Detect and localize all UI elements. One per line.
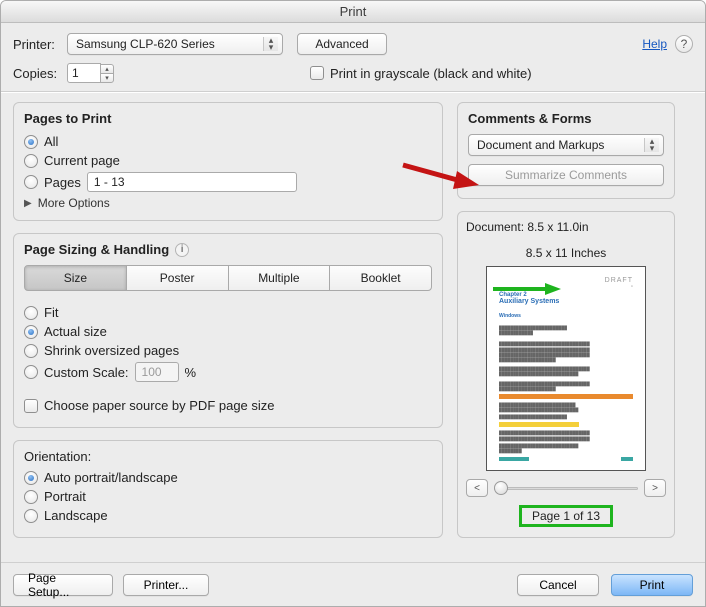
orientation-landscape-option[interactable]: Landscape — [24, 508, 432, 523]
pages-title: Pages to Print — [24, 111, 432, 126]
seg-booklet[interactable]: Booklet — [329, 265, 432, 291]
annotation-green-arrow-icon — [491, 281, 561, 297]
page-indicator: Page 1 of 13 — [519, 505, 613, 527]
comments-group: Comments & Forms Document and Markups ▴▾… — [457, 102, 675, 199]
printer-value: Samsung CLP-620 Series — [76, 37, 215, 51]
pages-to-print-group: Pages to Print All Current page Pages — [13, 102, 443, 221]
page-size-label: 8.5 x 11 Inches — [466, 246, 666, 260]
info-icon[interactable]: i — [175, 243, 189, 257]
radio-icon — [24, 325, 38, 339]
printer-select[interactable]: Samsung CLP-620 Series ▴▾ — [67, 33, 283, 55]
seg-multiple[interactable]: Multiple — [228, 265, 331, 291]
radio-icon — [24, 509, 38, 523]
pages-range-input[interactable]: 1 - 13 — [87, 172, 297, 192]
disclosure-triangle-icon: ▶ — [24, 198, 32, 209]
preview-subheading: Windows — [499, 313, 633, 319]
custom-scale-option[interactable]: Custom Scale: 100 % — [24, 362, 432, 382]
radio-icon — [24, 306, 38, 320]
copies-stepper[interactable]: ▴ ▾ — [100, 64, 114, 83]
printer-label: Printer: — [13, 37, 67, 52]
advanced-button[interactable]: Advanced — [297, 33, 387, 55]
radio-icon — [24, 471, 38, 485]
orientation-auto-option[interactable]: Auto portrait/landscape — [24, 470, 432, 485]
preview-prev-button[interactable]: < — [466, 479, 488, 497]
orientation-group: Orientation: Auto portrait/landscape Por… — [13, 440, 443, 538]
more-options-disclosure[interactable]: ▶ More Options — [24, 196, 432, 210]
fit-option[interactable]: Fit — [24, 305, 432, 320]
copies-input[interactable]: 1 — [67, 63, 101, 83]
radio-icon — [24, 154, 38, 168]
copies-label: Copies: — [13, 66, 67, 81]
summarize-comments-button[interactable]: Summarize Comments — [468, 164, 664, 186]
printer-button[interactable]: Printer... — [123, 574, 209, 596]
grayscale-checkbox[interactable] — [310, 66, 324, 80]
percent-label: % — [185, 365, 197, 380]
cancel-button[interactable]: Cancel — [517, 574, 599, 596]
checkbox-icon — [24, 399, 38, 413]
document-size-label: Document: 8.5 x 11.0in — [466, 220, 666, 234]
scale-input[interactable]: 100 — [135, 362, 179, 382]
comments-select[interactable]: Document and Markups ▴▾ — [468, 134, 664, 156]
print-button[interactable]: Print — [611, 574, 693, 596]
dialog-footer: Page Setup... Printer... Cancel Print — [1, 562, 705, 606]
radio-icon — [24, 344, 38, 358]
shrink-option[interactable]: Shrink oversized pages — [24, 343, 432, 358]
help-link[interactable]: Help — [642, 37, 667, 51]
orientation-title: Orientation: — [24, 449, 432, 464]
sizing-title: Page Sizing & Handling — [24, 242, 169, 257]
seg-size[interactable]: Size — [24, 265, 127, 291]
help-icon[interactable]: ? — [675, 35, 693, 53]
actual-size-option[interactable]: Actual size — [24, 324, 432, 339]
seg-poster[interactable]: Poster — [126, 265, 229, 291]
radio-icon — [24, 175, 38, 189]
window-title: Print — [340, 4, 367, 19]
pages-current-option[interactable]: Current page — [24, 153, 432, 168]
window-titlebar: Print — [1, 1, 705, 23]
grayscale-label: Print in grayscale (black and white) — [330, 66, 532, 81]
pages-range-option[interactable]: Pages 1 - 13 — [24, 172, 432, 192]
preview-zoom-slider[interactable] — [494, 480, 638, 496]
page-setup-button[interactable]: Page Setup... — [13, 574, 113, 596]
preview-next-button[interactable]: > — [644, 479, 666, 497]
sizing-group: Page Sizing & Handling i Size Poster Mul… — [13, 233, 443, 428]
radio-icon — [24, 365, 38, 379]
preview-page: DRAFT ▫ Chapter 2 Auxiliary Systems Wind… — [486, 266, 646, 471]
radio-icon — [24, 135, 38, 149]
orientation-portrait-option[interactable]: Portrait — [24, 489, 432, 504]
comments-title: Comments & Forms — [468, 111, 664, 126]
pages-all-option[interactable]: All — [24, 134, 432, 149]
annotation-red-arrow-icon — [399, 161, 479, 191]
preview-panel: Document: 8.5 x 11.0in 8.5 x 11 Inches D… — [457, 211, 675, 538]
paper-source-option[interactable]: Choose paper source by PDF page size — [24, 398, 432, 413]
sizing-segmented: Size Poster Multiple Booklet — [24, 265, 432, 291]
print-dialog: Print Printer: Samsung CLP-620 Series ▴▾… — [0, 0, 706, 607]
radio-icon — [24, 490, 38, 504]
preview-heading: Auxiliary Systems — [499, 298, 633, 305]
stepper-down-icon[interactable]: ▾ — [100, 73, 114, 83]
